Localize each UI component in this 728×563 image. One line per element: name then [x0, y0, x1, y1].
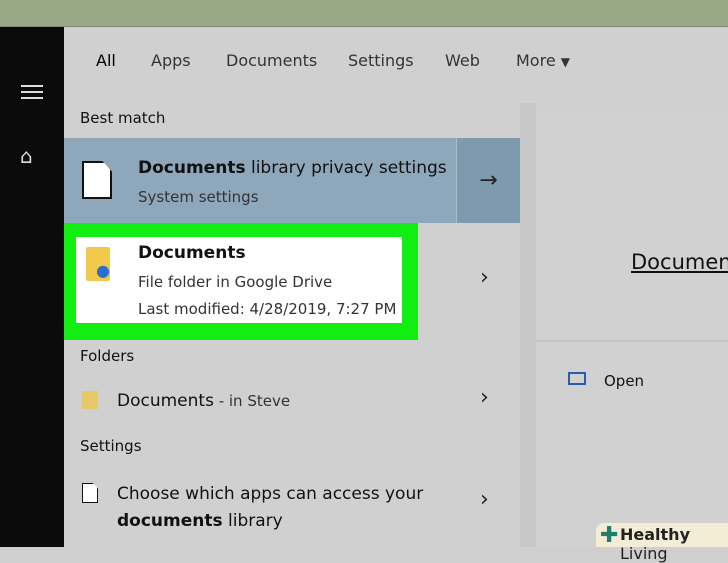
section-folders: Folders: [80, 347, 135, 365]
best-title-rest: library privacy settings: [245, 158, 447, 178]
drive-folder-icon: ●: [86, 247, 110, 281]
settings-result[interactable]: Choose which apps can access your docume…: [64, 473, 520, 533]
chevron-right-icon[interactable]: ›: [480, 265, 489, 290]
preview-title-link[interactable]: Documents: [631, 250, 728, 274]
tab-web[interactable]: Web: [445, 51, 480, 70]
hamburger-menu-icon[interactable]: [21, 85, 43, 103]
chevron-right-icon: ›: [480, 385, 489, 410]
plus-icon: ✚: [600, 523, 619, 548]
caret-down-icon: ▼: [560, 55, 570, 69]
settings-bold: documents: [117, 511, 223, 531]
settings-line1: Choose which apps can access your: [117, 484, 424, 504]
section-settings: Settings: [80, 437, 142, 455]
best-match-result[interactable]: Documents library privacy settings Syste…: [64, 138, 520, 223]
highlight-box: ● Documents File folder in Google Drive …: [64, 223, 418, 340]
settings-rest: library: [222, 511, 283, 531]
tab-settings[interactable]: Settings: [348, 51, 414, 70]
divider: [536, 340, 728, 342]
preview-pane: Documents Open: [536, 112, 728, 547]
folder-icon: [82, 391, 98, 409]
folder-suffix: - in Steve: [213, 392, 291, 410]
best-subtitle: System settings: [138, 188, 259, 206]
document-icon: [82, 161, 112, 199]
pane-divider: [520, 103, 536, 547]
folder-result[interactable]: Documents - in Steve ›: [64, 379, 520, 423]
tab-more[interactable]: More ▼: [516, 51, 570, 70]
results-list: Best match Documents library privacy set…: [64, 103, 520, 547]
tab-documents[interactable]: Documents: [226, 51, 317, 70]
chevron-right-icon: ›: [480, 487, 489, 512]
tab-apps[interactable]: Apps: [151, 51, 191, 70]
open-action[interactable]: Open: [604, 372, 644, 390]
doc-modified: Last modified: 4/28/2019, 7:27 PM: [138, 300, 397, 318]
open-icon: [568, 372, 586, 385]
tab-all[interactable]: All: [96, 51, 116, 70]
best-title-bold: Documents: [138, 158, 246, 178]
watermark-logo: ✚ Healthy Living: [596, 523, 728, 563]
tab-more-label: More: [516, 51, 556, 70]
home-icon[interactable]: ⌂: [20, 144, 33, 168]
section-best-match: Best match: [80, 109, 166, 127]
doc-title: Documents: [138, 243, 246, 263]
top-background: [0, 0, 728, 27]
arrow-right-icon[interactable]: →: [456, 138, 520, 223]
left-sidebar: ⌂: [0, 27, 64, 547]
folder-title: Documents: [117, 391, 214, 411]
doc-location: File folder in Google Drive: [138, 273, 333, 291]
documents-result[interactable]: ● Documents File folder in Google Drive …: [76, 237, 402, 323]
settings-document-icon: [82, 483, 98, 503]
watermark-bold: Healthy: [620, 525, 690, 544]
